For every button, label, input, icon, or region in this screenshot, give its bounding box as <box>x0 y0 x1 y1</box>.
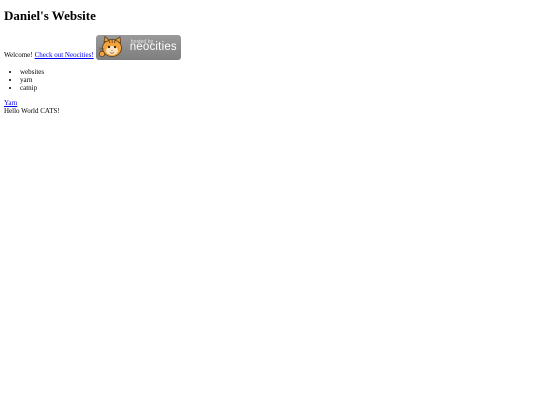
list-item: yarn <box>20 76 536 84</box>
interest-list: websites yarn catnip <box>4 68 536 92</box>
welcome-text: Welcome! <box>4 51 33 59</box>
neocities-link[interactable]: Check out Neocities! <box>35 51 94 60</box>
welcome-line: Welcome! Check out Neocities! hosted by … <box>4 34 536 60</box>
list-item: websites <box>20 68 536 76</box>
hello-text: Hello World CATS! <box>4 107 60 115</box>
hosted-by-neocities-badge[interactable]: hosted by neocities <box>95 35 181 60</box>
neocities-cat-logo-icon <box>98 35 122 57</box>
page-body: Daniel's Website Welcome! Check out Neoc… <box>4 8 536 116</box>
badge-brand-text: neocities <box>129 41 177 53</box>
list-item: catnip <box>20 84 536 92</box>
page-title: Daniel's Website <box>4 8 96 23</box>
yarn-link[interactable]: Yarn <box>4 99 536 107</box>
